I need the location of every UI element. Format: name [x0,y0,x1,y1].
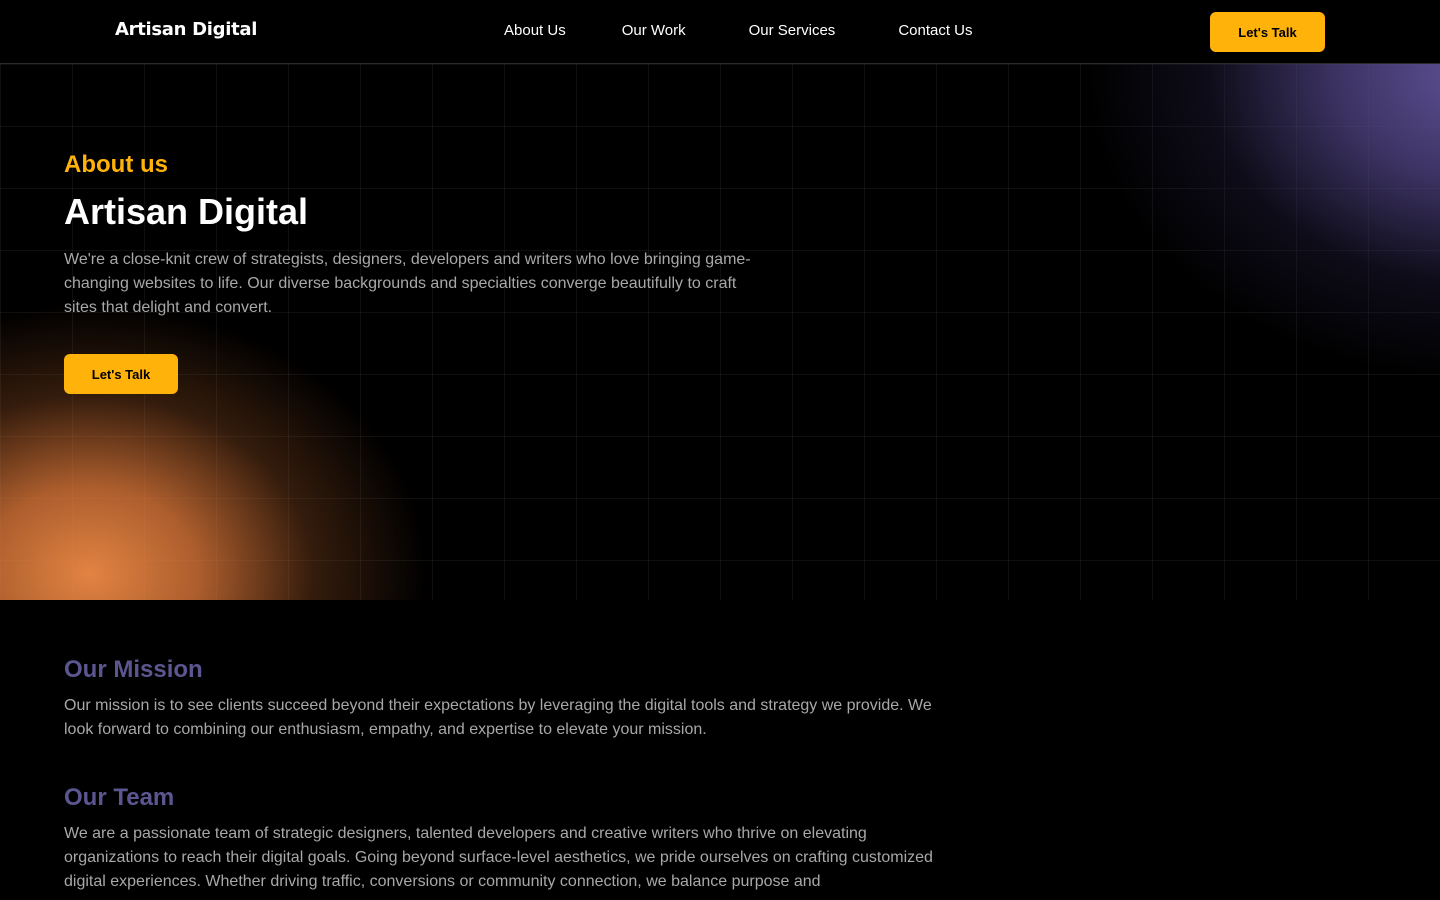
site-header: Artisan Digital About Us Our Work Our Se… [0,0,1440,64]
team-text: We are a passionate team of strategic de… [64,825,933,890]
hero-section: About us Artisan Digital We're a close-k… [0,64,1440,600]
nav-our-services[interactable]: Our Services [749,20,836,42]
main-nav: About Us Our Work Our Services Contact U… [504,20,973,42]
nav-about-us[interactable]: About Us [504,20,566,42]
hero-lets-talk-button[interactable]: Let's Talk [64,354,178,394]
mission-heading: Our Mission [64,656,203,683]
hero-description: We're a close-knit crew of strategists, … [64,251,751,316]
orange-glow [0,294,440,600]
nav-contact-us[interactable]: Contact Us [898,20,972,42]
purple-glow [1080,64,1440,384]
site-logo[interactable]: Artisan Digital [115,18,257,42]
hero-eyebrow: About us [64,151,168,178]
team-heading: Our Team [64,784,175,811]
mission-text: Our mission is to see clients succeed be… [64,697,932,738]
header-lets-talk-button[interactable]: Let's Talk [1210,12,1325,52]
hero-title: Artisan Digital [64,191,309,232]
nav-our-work[interactable]: Our Work [622,20,686,42]
